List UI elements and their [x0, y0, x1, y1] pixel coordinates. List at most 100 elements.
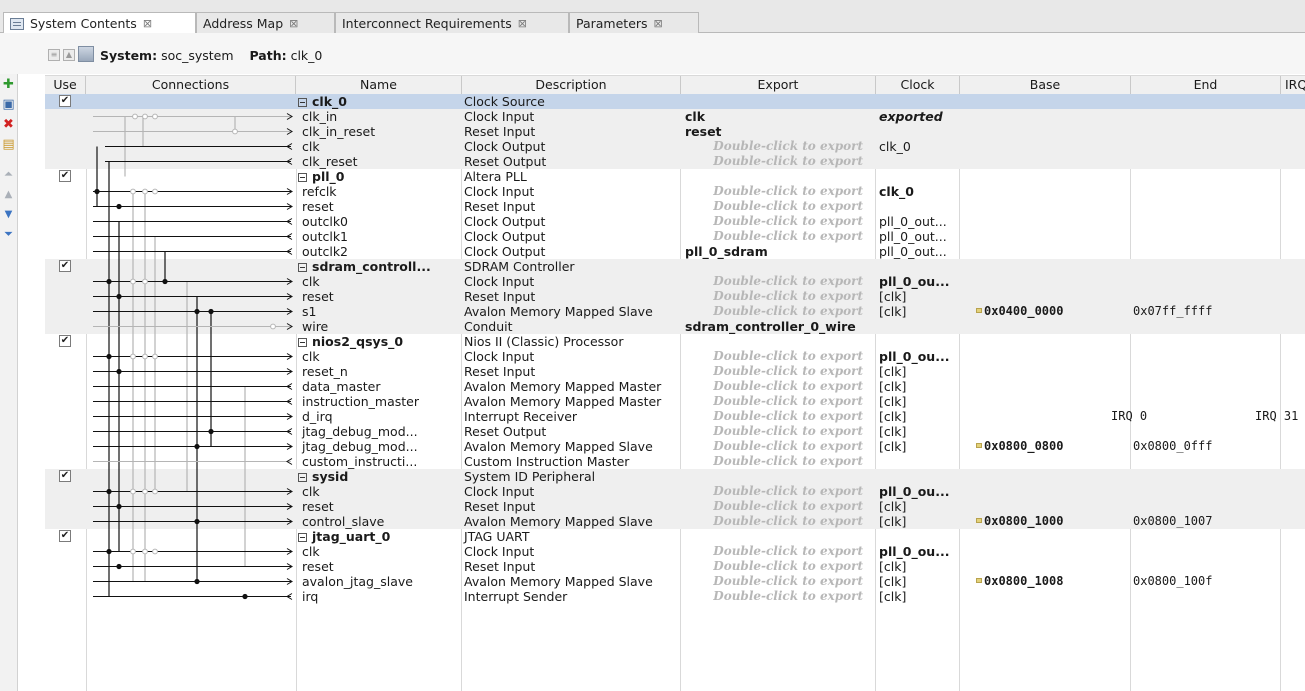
col-use[interactable]: Use — [45, 76, 86, 94]
export-placeholder[interactable]: Double-click to export — [681, 424, 875, 439]
clock-cell[interactable]: exported — [876, 109, 959, 124]
lock-icon[interactable] — [976, 308, 982, 313]
col-connections[interactable]: Connections — [86, 76, 296, 94]
component-name[interactable]: clk_0 — [296, 94, 461, 109]
clock-cell[interactable]: pll_0_out... — [876, 214, 959, 229]
clock-cell[interactable]: pll_0_ou... — [876, 484, 959, 499]
clock-cell[interactable]: [clk] — [876, 574, 959, 589]
base-address[interactable]: 0x0800_1000 — [960, 514, 1130, 529]
close-icon[interactable]: ⊠ — [289, 17, 298, 30]
lock-icon[interactable] — [976, 518, 982, 523]
export-placeholder[interactable]: Double-click to export — [681, 589, 875, 604]
export-placeholder[interactable]: Double-click to export — [681, 214, 875, 229]
base-address[interactable]: 0x0400_0000 — [960, 304, 1130, 319]
tab-parameters[interactable]: Parameters ⊠ — [569, 12, 699, 33]
export-placeholder[interactable]: Double-click to export — [681, 394, 875, 409]
lock-icon[interactable] — [976, 578, 982, 583]
duplicate-icon[interactable]: ▣ — [2, 98, 15, 111]
clock-cell[interactable]: [clk] — [876, 439, 959, 454]
export-placeholder[interactable]: Double-click to export — [681, 409, 875, 424]
edit-icon[interactable]: ▤ — [2, 138, 15, 151]
export-cell[interactable] — [681, 94, 875, 109]
clock-cell[interactable]: [clk] — [876, 589, 959, 604]
clock-cell[interactable]: [clk] — [876, 409, 959, 424]
export-placeholder[interactable]: Double-click to export — [681, 289, 875, 304]
clock-cell[interactable]: pll_0_ou... — [876, 544, 959, 559]
clock-cell[interactable]: [clk] — [876, 289, 959, 304]
export-placeholder[interactable]: Double-click to export — [681, 364, 875, 379]
export-placeholder[interactable]: Double-click to export — [681, 574, 875, 589]
clock-cell[interactable]: [clk] — [876, 424, 959, 439]
col-base[interactable]: Base — [960, 76, 1131, 94]
base-address[interactable]: 0x0800_0800 — [960, 439, 1130, 454]
export-placeholder[interactable]: Double-click to export — [681, 514, 875, 529]
col-export[interactable]: Export — [681, 76, 876, 94]
connections-graph[interactable] — [45, 94, 301, 691]
export-cell[interactable] — [681, 334, 875, 349]
tab-system-contents[interactable]: System Contents ⊠ — [3, 12, 196, 34]
export-cell[interactable]: sdram_controller_0_wire — [681, 319, 875, 334]
export-placeholder[interactable]: Double-click to export — [681, 484, 875, 499]
clock-cell[interactable]: pll_0_ou... — [876, 274, 959, 289]
close-icon[interactable]: ⊠ — [518, 17, 527, 30]
clock-cell[interactable]: [clk] — [876, 379, 959, 394]
export-placeholder[interactable]: Double-click to export — [681, 229, 875, 244]
export-placeholder[interactable]: Double-click to export — [681, 139, 875, 154]
tab-interconnect-requirements[interactable]: Interconnect Requirements ⊠ — [335, 12, 569, 33]
component-name[interactable]: sysid — [296, 469, 461, 484]
clock-cell[interactable]: clk_0 — [876, 184, 959, 199]
clock-cell[interactable]: [clk] — [876, 394, 959, 409]
export-placeholder[interactable]: Double-click to export — [681, 379, 875, 394]
clock-cell[interactable]: [clk] — [876, 364, 959, 379]
col-irq[interactable]: IRQ — [1281, 76, 1305, 94]
move-down-icon[interactable]: ▼ — [2, 208, 15, 221]
clock-cell[interactable]: pll_0_ou... — [876, 349, 959, 364]
component-name[interactable]: nios2_qsys_0 — [296, 334, 461, 349]
base-address[interactable]: 0x0800_1008 — [960, 574, 1130, 589]
move-bottom-icon[interactable]: ⏷ — [2, 228, 15, 241]
col-description[interactable]: Description — [462, 76, 681, 94]
export-placeholder[interactable]: Double-click to export — [681, 544, 875, 559]
col-clock[interactable]: Clock — [876, 76, 960, 94]
col-end[interactable]: End — [1131, 76, 1281, 94]
export-cell[interactable] — [681, 529, 875, 544]
export-placeholder[interactable]: Double-click to export — [681, 304, 875, 319]
export-placeholder[interactable]: Double-click to export — [681, 154, 875, 169]
clock-cell[interactable]: [clk] — [876, 304, 959, 319]
export-placeholder[interactable]: Double-click to export — [681, 184, 875, 199]
clock-cell[interactable]: clk_0 — [876, 139, 959, 154]
export-placeholder[interactable]: Double-click to export — [681, 439, 875, 454]
clock-cell[interactable]: [clk] — [876, 559, 959, 574]
export-cell[interactable]: clk — [681, 109, 875, 124]
export-cell[interactable] — [681, 259, 875, 274]
go-up-icon[interactable]: ▲ — [63, 49, 75, 61]
export-cell[interactable] — [681, 169, 875, 184]
export-cell[interactable] — [681, 469, 875, 484]
export-placeholder[interactable]: Double-click to export — [681, 199, 875, 214]
path-value: clk_0 — [290, 48, 323, 63]
clock-cell[interactable]: pll_0_out... — [876, 244, 959, 259]
col-name[interactable]: Name — [296, 76, 462, 94]
export-cell[interactable]: reset — [681, 124, 875, 139]
export-placeholder[interactable]: Double-click to export — [681, 559, 875, 574]
add-icon[interactable]: ✚ — [2, 78, 15, 91]
export-cell[interactable]: pll_0_sdram — [681, 244, 875, 259]
clock-cell[interactable]: pll_0_out... — [876, 229, 959, 244]
export-placeholder[interactable]: Double-click to export — [681, 499, 875, 514]
export-placeholder[interactable]: Double-click to export — [681, 454, 875, 469]
close-icon[interactable]: ⊠ — [143, 17, 152, 30]
component-name[interactable]: sdram_controll... — [296, 259, 461, 274]
collapse-all-icon[interactable]: ≡ — [48, 49, 60, 61]
move-up-icon[interactable]: ▲ — [2, 188, 15, 201]
close-icon[interactable]: ⊠ — [654, 17, 663, 30]
component-name[interactable]: jtag_uart_0 — [296, 529, 461, 544]
clock-cell[interactable]: [clk] — [876, 514, 959, 529]
clock-cell[interactable]: [clk] — [876, 499, 959, 514]
remove-icon[interactable]: ✖ — [2, 118, 15, 131]
move-top-icon[interactable]: ⏶ — [2, 168, 15, 181]
export-placeholder[interactable]: Double-click to export — [681, 274, 875, 289]
lock-icon[interactable] — [976, 443, 982, 448]
tab-address-map[interactable]: Address Map ⊠ — [196, 12, 335, 33]
component-name[interactable]: pll_0 — [296, 169, 461, 184]
export-placeholder[interactable]: Double-click to export — [681, 349, 875, 364]
